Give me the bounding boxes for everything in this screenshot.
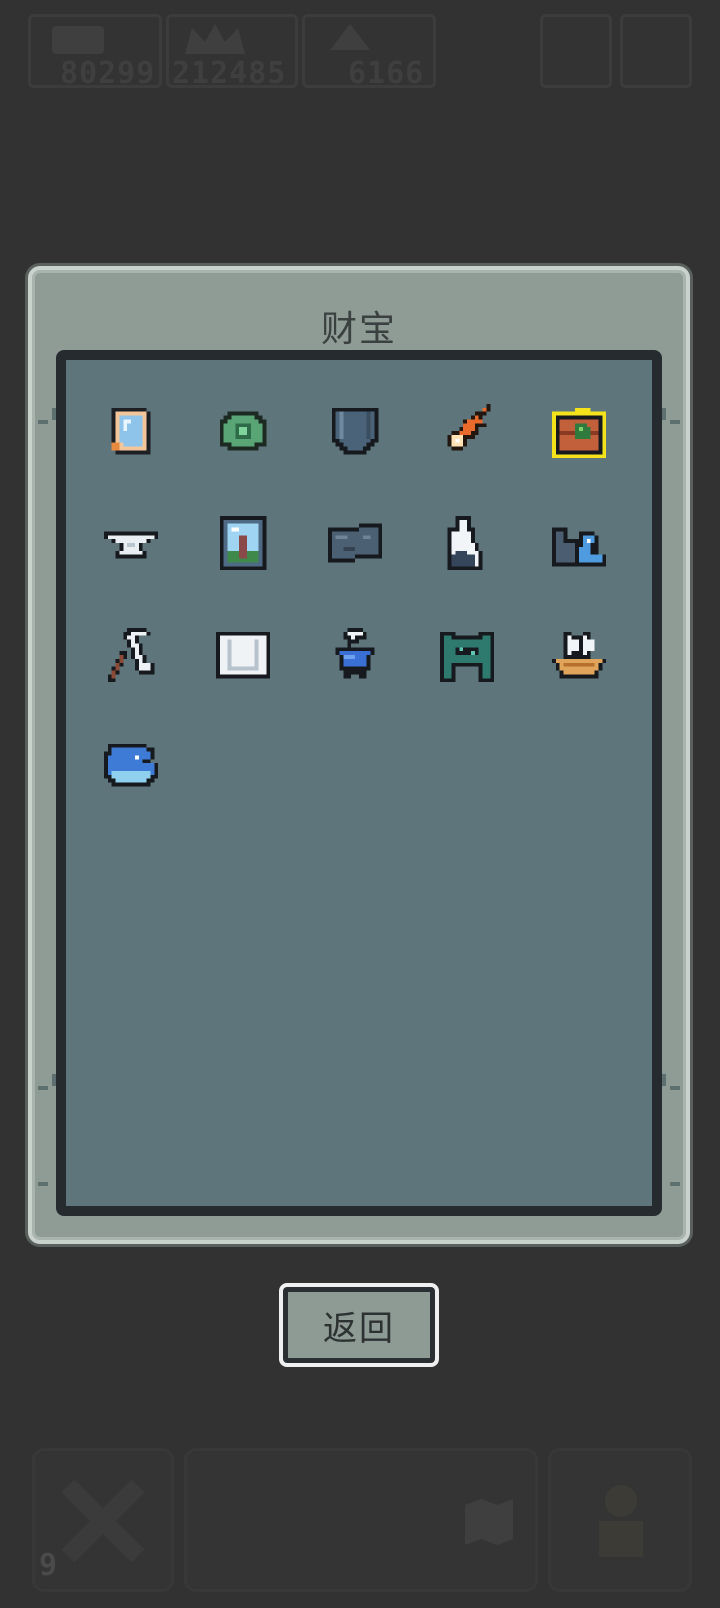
treasure-slot-whale[interactable] — [100, 736, 162, 798]
rivet — [52, 408, 56, 420]
treasure-slot-scroll[interactable] — [212, 624, 274, 686]
rivet — [662, 1074, 666, 1086]
hud-button-2[interactable] — [620, 14, 692, 88]
hud-button-1[interactable] — [540, 14, 612, 88]
treasure-slot-painting[interactable] — [212, 512, 274, 574]
scroll-icon — [215, 631, 271, 679]
treasure-dialog: 财宝 — [28, 266, 690, 1244]
treasure-slot-comet[interactable] — [436, 400, 498, 462]
anvil-icon — [103, 531, 159, 559]
bottom-slot-center[interactable] — [184, 1448, 538, 1592]
resource-count-2: 212485 — [172, 56, 287, 91]
treasure-slot-mirror[interactable] — [100, 400, 162, 462]
whale-icon — [103, 743, 159, 787]
treasure-slot-anvil[interactable] — [100, 512, 162, 574]
bottom-slot-left[interactable]: 9 — [32, 1448, 174, 1592]
wave-wall-icon — [551, 527, 607, 567]
treasure-grid — [52, 350, 666, 1216]
treasure-slot-shield[interactable] — [324, 400, 386, 462]
painting-icon — [219, 515, 267, 571]
resource-count-3: 6166 — [348, 56, 425, 91]
treasure-slot-turtle[interactable] — [212, 400, 274, 462]
rivet — [670, 420, 680, 424]
treasure-slot-cauldron[interactable] — [324, 624, 386, 686]
scroll-icon — [52, 26, 104, 54]
snowy-rock-icon — [447, 515, 483, 571]
rivet — [38, 420, 48, 424]
crossed-swords-icon — [61, 1479, 145, 1563]
treasure-slot-scythe[interactable] — [100, 624, 162, 686]
rivet — [670, 1086, 680, 1090]
badge-count: 9 — [39, 1548, 58, 1583]
ship-icon — [551, 631, 607, 679]
treasure-slot-chest[interactable] — [548, 400, 610, 462]
map-icon — [465, 1499, 513, 1545]
rivet — [662, 408, 666, 420]
cauldron-icon — [335, 627, 375, 679]
comet-icon — [447, 403, 491, 451]
scythe-icon — [107, 627, 155, 683]
resource-count-1: 80299 — [60, 56, 156, 91]
rivet — [38, 1086, 48, 1090]
gem-icon — [330, 24, 370, 50]
treasure-chest-icon — [551, 407, 607, 459]
treasure-slot-stone[interactable] — [324, 512, 386, 574]
dialog-title: 财宝 — [320, 309, 397, 350]
treasure-slot-gate[interactable] — [436, 624, 498, 686]
bottom-slot-right[interactable] — [548, 1448, 692, 1592]
rivet — [38, 1182, 48, 1186]
turtle-shell-icon — [219, 411, 267, 451]
crown-icon — [185, 24, 245, 54]
hero-icon — [599, 1485, 643, 1557]
shield-icon — [331, 407, 379, 455]
mirror-icon — [111, 407, 151, 455]
back-button[interactable]: 返回 — [279, 1283, 439, 1367]
rivet — [670, 1182, 680, 1186]
treasure-slot-rock[interactable] — [436, 512, 498, 574]
treasure-slot-wave[interactable] — [548, 512, 610, 574]
treasure-slot-ship[interactable] — [548, 624, 610, 686]
rivet — [52, 1074, 56, 1086]
stone-block-icon — [327, 523, 383, 563]
gate-icon — [439, 631, 495, 683]
